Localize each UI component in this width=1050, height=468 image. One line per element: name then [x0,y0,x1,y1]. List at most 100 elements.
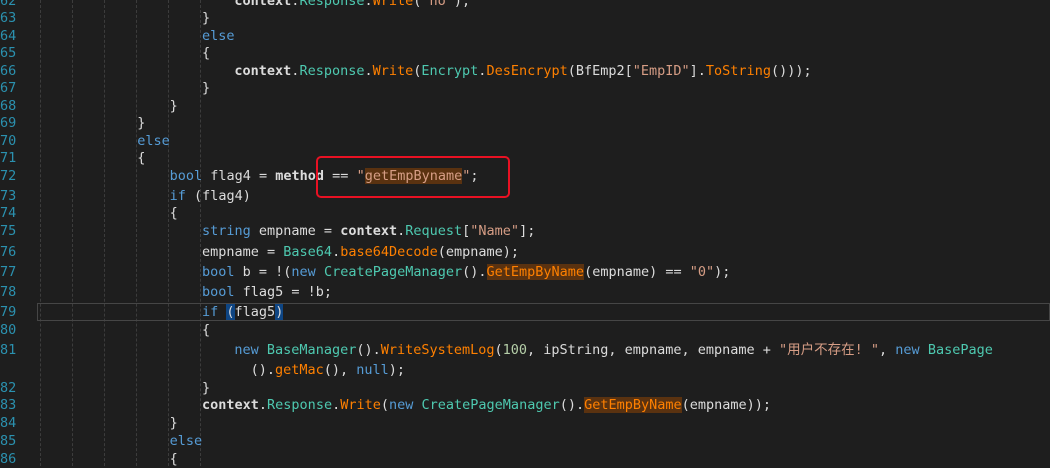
code-text: if (flag4) [170,187,251,205]
code-line[interactable]: 77 bool b = !(new CreatePageManager().Get… [0,263,1050,281]
code-text: } [202,79,210,97]
code-token: . [397,223,406,239]
line-number: 70 [0,133,17,149]
code-text: context.Response.Write(Encrypt.DesEncryp… [234,62,811,80]
code-text: else [137,132,170,150]
code-token: (empname) == [584,264,690,280]
code-line[interactable]: 64 else [0,27,1050,45]
code-token: no [429,0,446,9]
code-editor[interactable]: 62 context.Response.Write("no"); 63} 64 else… [0,0,1050,468]
code-line[interactable]: 76 empname = Base64.base64Decode(empname)… [0,243,1050,261]
code-line[interactable]: 74 { [0,204,1050,222]
line-number: 64 [0,28,17,44]
code-line[interactable]: 68} [0,97,1050,115]
code-line[interactable]: 69} [0,114,1050,132]
code-text: } [137,114,145,132]
code-line[interactable]: 72 bool flag4 = method == "getEmpByname"; [0,167,1050,185]
code-line[interactable]: 73 if (flag4) [0,187,1050,205]
code-token: Write [372,63,414,79]
code-token: Encrypt [421,63,479,79]
code-line[interactable]: 86 { [0,450,1050,468]
code-line[interactable]: 65 { [0,44,1050,62]
code-token: base64Decode [340,244,438,260]
code-line[interactable]: 81 new BaseManager().WriteSystemLog(100, … [0,341,1050,359]
code-line[interactable]: 71 { [0,149,1050,167]
code-line[interactable]: 84} [0,414,1050,432]
code-line[interactable]: 80 { [0,321,1050,339]
code-token: flag5 = !b; [234,284,333,300]
code-token: empname = [202,244,284,260]
code-line[interactable]: 63} [0,9,1050,27]
code-token: ( [380,397,389,413]
code-token: bool [202,264,235,280]
code-line[interactable]: 67} [0,79,1050,97]
code-token: if [169,188,186,204]
code-token: flag4 = [202,168,276,184]
line-number: 69 [0,115,17,131]
code-token: (BfEmp2[ [567,63,633,79]
code-token: ); [714,264,731,280]
code-text: { [170,450,178,468]
annotation-highlight-box [316,156,510,198]
code-token: null [356,362,389,378]
code-line[interactable]: 78 bool flag5 = !b; [0,283,1050,301]
code-line[interactable]: 85 else [0,432,1050,450]
code-token: ToString [705,63,771,79]
code-text: context.Response.Write(new CreatePageMan… [202,396,771,414]
line-number: 83 [0,397,17,413]
line-number: 81 [0,342,17,358]
code-token: (). [559,397,585,413]
line-number: 68 [0,98,17,114]
code-line[interactable]: 79 if (flag5) [0,303,1050,321]
code-text: { [170,204,178,222]
code-token: "用户不存在! " [779,342,880,358]
code-token: DesEncrypt [486,63,568,79]
line-number: 82 [0,380,17,396]
code-text: { [137,149,145,167]
code-token: else [137,133,170,149]
code-text: empname = Base64.base64Decode(empname); [202,243,519,261]
code-token: BasePage [927,342,993,358]
line-number: 72 [0,168,17,184]
code-token: , ipString, empname, empname + [527,342,780,358]
code-token: GetEmpByName [486,264,585,280]
code-token: ]. [689,63,706,79]
code-token: new [389,397,414,413]
code-line[interactable]: ().getMac(), null); [0,361,1050,379]
line-number: 84 [0,415,17,431]
code-token: else [202,28,235,44]
code-token: (" [413,0,430,9]
code-line[interactable]: 82} [0,379,1050,397]
code-text: if (flag5) [202,303,284,321]
code-line[interactable]: 75 string empname = context.Request["Name… [0,222,1050,240]
code-token: . [364,0,373,9]
code-token: { [169,205,178,221]
code-text: string empname = context.Request["Name"]… [202,222,535,240]
code-text: new BaseManager().WriteSystemLog(100, ip… [234,341,992,359]
code-token: Response [299,0,365,9]
code-text: bool flag5 = !b; [202,283,332,301]
line-number: 75 [0,223,17,239]
code-token: ( [494,342,503,358]
code-token: } [169,415,178,431]
code-token: , [879,342,896,358]
code-token: (empname); [437,244,520,260]
code-line[interactable]: 70 else [0,132,1050,150]
code-text: { [202,44,210,62]
code-token: { [137,150,146,166]
code-token: } [169,98,178,114]
code-line[interactable]: 66 context.Response.Write(Encrypt.DesEncr… [0,62,1050,80]
code-token: "Name" [470,223,520,239]
code-token: (). [356,342,381,358]
code-token: . [332,397,341,413]
code-line[interactable]: 83 context.Response.Write(new CreatePageM… [0,396,1050,414]
code-token: WriteSystemLog [380,342,495,358]
code-token: "EmpID" [632,63,690,79]
code-token: CreatePageManager [323,264,463,280]
code-token: ); [388,362,406,378]
code-token: (). [250,362,275,378]
line-number: 80 [0,322,17,338]
